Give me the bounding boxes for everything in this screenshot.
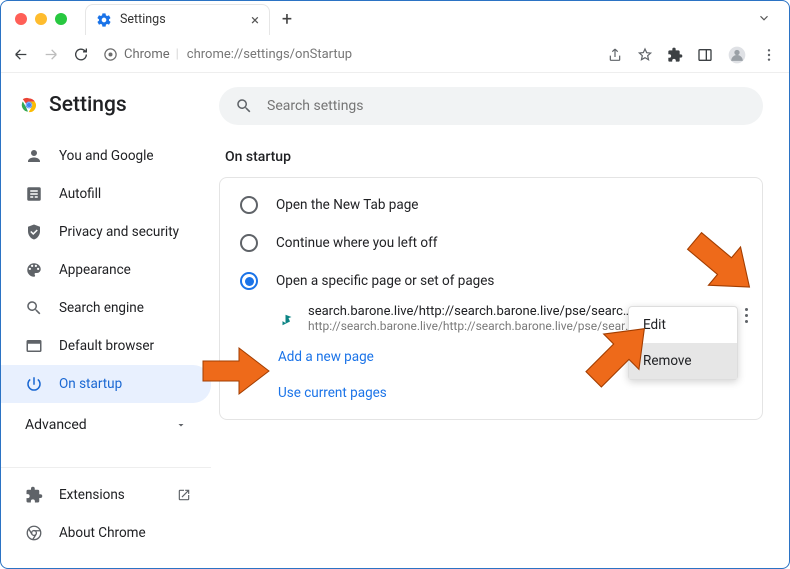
power-icon xyxy=(25,375,43,393)
url-text: chrome://settings/onStartup xyxy=(187,47,352,62)
person-icon xyxy=(25,147,43,165)
bookmark-star-icon[interactable] xyxy=(637,47,653,63)
chrome-badge: Chrome | xyxy=(103,47,179,62)
forward-button[interactable] xyxy=(43,46,59,63)
radio-icon xyxy=(240,272,258,290)
panel-icon[interactable] xyxy=(697,47,713,63)
radio-icon xyxy=(240,196,258,214)
profile-avatar-icon[interactable] xyxy=(727,45,747,65)
sidebar-item-on-startup[interactable]: On startup xyxy=(1,365,211,403)
chrome-status-icon xyxy=(103,47,118,62)
tab-title: Settings xyxy=(120,12,166,27)
menu-item-edit[interactable]: Edit xyxy=(629,307,737,343)
browser-tab[interactable]: Settings × xyxy=(85,4,270,35)
page-entry-context-menu: Edit Remove xyxy=(628,306,738,380)
sidebar-item-you-and-google[interactable]: You and Google xyxy=(1,137,211,175)
address-bar: Chrome | chrome://settings/onStartup xyxy=(1,37,789,73)
main-panel: On startup Open the New Tab page Continu… xyxy=(211,73,789,568)
open-external-icon xyxy=(177,488,191,502)
page-title: Settings xyxy=(49,93,127,117)
sidebar: Settings You and Google Autofill Privacy… xyxy=(1,73,211,568)
sidebar-item-autofill[interactable]: Autofill xyxy=(1,175,211,213)
use-current-pages-link[interactable]: Use current pages xyxy=(220,375,762,411)
search-icon xyxy=(235,97,253,115)
puzzle-icon xyxy=(25,486,43,504)
startup-card: Open the New Tab page Continue where you… xyxy=(219,177,763,420)
tab-close-button[interactable]: × xyxy=(251,11,259,29)
page-entry-title: search.barone.live/http://search.barone.… xyxy=(308,304,638,319)
sidebar-item-extensions[interactable]: Extensions xyxy=(1,476,211,514)
traffic-lights xyxy=(15,13,67,25)
page-entry-url: http://search.barone.live/http://search.… xyxy=(308,319,638,333)
settings-gear-icon xyxy=(96,12,112,28)
section-title: On startup xyxy=(225,149,763,165)
settings-search-input[interactable] xyxy=(267,98,747,114)
radio-continue[interactable]: Continue where you left off xyxy=(220,224,762,262)
radio-icon xyxy=(240,234,258,252)
radio-specific-pages[interactable]: Open a specific page or set of pages xyxy=(220,262,762,300)
new-tab-button[interactable]: + xyxy=(274,9,300,30)
browser-menu-icon[interactable] xyxy=(761,47,777,63)
close-window-button[interactable] xyxy=(15,13,27,25)
extensions-puzzle-icon[interactable] xyxy=(667,47,683,63)
brand-header: Settings xyxy=(1,87,211,131)
sidebar-item-default-browser[interactable]: Default browser xyxy=(1,327,211,365)
bing-favicon-icon xyxy=(278,308,296,326)
sidebar-item-search-engine[interactable]: Search engine xyxy=(1,289,211,327)
maximize-window-button[interactable] xyxy=(55,13,67,25)
sidebar-item-appearance[interactable]: Appearance xyxy=(1,251,211,289)
chrome-logo-icon xyxy=(19,95,39,115)
reload-button[interactable] xyxy=(73,46,89,63)
menu-item-remove[interactable]: Remove xyxy=(629,343,737,379)
minimize-window-button[interactable] xyxy=(35,13,47,25)
page-entry-menu-button[interactable] xyxy=(745,308,748,323)
search-icon xyxy=(25,299,43,317)
settings-search[interactable] xyxy=(219,87,763,125)
browser-icon xyxy=(25,337,43,355)
window-chevron-icon[interactable] xyxy=(757,11,771,25)
sidebar-item-privacy[interactable]: Privacy and security xyxy=(1,213,211,251)
share-icon[interactable] xyxy=(607,47,623,63)
radio-new-tab[interactable]: Open the New Tab page xyxy=(220,186,762,224)
sidebar-advanced-toggle[interactable]: Advanced xyxy=(1,403,211,447)
palette-icon xyxy=(25,261,43,279)
autofill-icon xyxy=(25,185,43,203)
chrome-outline-icon xyxy=(25,524,43,542)
back-button[interactable] xyxy=(13,46,29,63)
sidebar-item-about-chrome[interactable]: About Chrome xyxy=(1,514,211,552)
chevron-down-icon xyxy=(175,419,187,431)
shield-icon xyxy=(25,223,43,241)
url-field[interactable]: Chrome | chrome://settings/onStartup xyxy=(103,47,593,62)
window-titlebar: Settings × + xyxy=(1,1,789,37)
